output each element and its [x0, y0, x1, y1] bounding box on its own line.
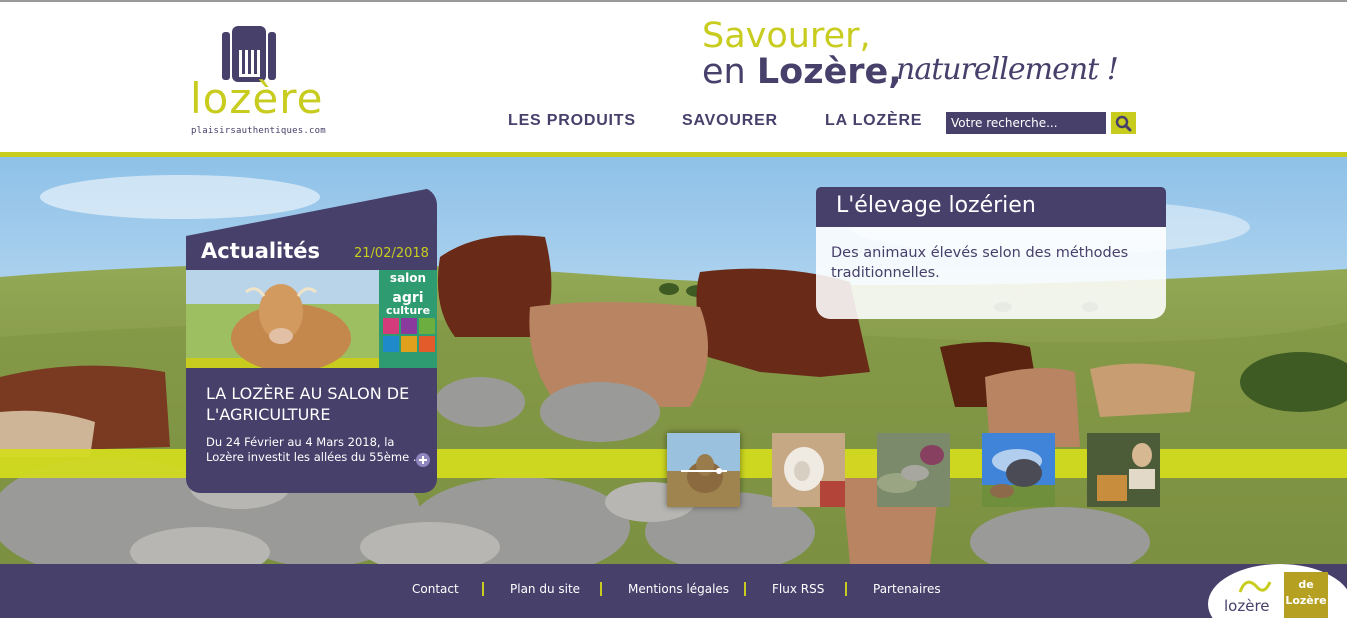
logo-wordmark: lozère	[190, 74, 324, 123]
slogan-prefix: en	[702, 52, 757, 92]
news-section-title: Actualités	[201, 239, 321, 263]
svg-text:lozère: lozère	[1224, 597, 1270, 615]
thumbnail-sheep[interactable]	[772, 433, 845, 507]
thumbnail-image-herbs	[877, 433, 950, 507]
feature-title-bar: L'élevage lozérien	[816, 187, 1166, 227]
news-headline[interactable]: LA LOZÈRE AU SALON DE L'AGRICULTURE	[206, 383, 426, 425]
search-icon	[1115, 115, 1132, 132]
site-footer: Contact Plan du site Mentions légales Fl…	[0, 564, 1347, 618]
site-logo[interactable]: lozère plaisirsauthentiques.com	[188, 24, 326, 142]
logo-tagline: plaisirsauthentiques.com	[191, 126, 326, 136]
feature-box: L'élevage lozérien Des animaux élevés se…	[816, 187, 1166, 319]
thumbnail-image-cows-sky	[982, 433, 1055, 507]
nav-item-les-produits[interactable]: LES PRODUITS	[508, 112, 636, 130]
thumbnail-cow-fork[interactable]	[667, 433, 740, 507]
thumbnail-image-cow-fork	[667, 433, 740, 507]
news-card[interactable]: Actualités 21/02/2018 salon agri culture…	[186, 187, 437, 493]
site-header: lozère plaisirsauthentiques.com Savourer…	[0, 2, 1347, 152]
svg-text:salon: salon	[390, 271, 426, 285]
thumbnail-herbs[interactable]	[877, 433, 950, 507]
thumbnail-image-beekeeper	[1087, 433, 1160, 507]
search-input[interactable]	[946, 112, 1106, 134]
slogan-line-2: en Lozère,	[702, 52, 902, 92]
news-date: 21/02/2018	[354, 246, 429, 261]
thumbnail-cows-sky[interactable]	[982, 433, 1055, 507]
feature-body: Des animaux élevés selon des méthodes tr…	[816, 227, 1166, 319]
thumbnail-beekeeper[interactable]	[1087, 433, 1160, 507]
footer-link-plan-du-site[interactable]: Plan du site	[510, 582, 580, 596]
footer-separator	[600, 582, 602, 596]
footer-link-partenaires[interactable]: Partenaires	[873, 582, 941, 596]
department-logo[interactable]: lozère de Lozère	[1208, 564, 1347, 618]
svg-text:de: de	[1298, 578, 1313, 591]
hero-banner: Actualités 21/02/2018 salon agri culture…	[0, 157, 1347, 564]
nav-item-savourer[interactable]: SAVOURER	[682, 112, 778, 130]
footer-separator	[845, 582, 847, 596]
svg-text:culture: culture	[386, 304, 430, 317]
footer-separator	[744, 582, 746, 596]
search-button[interactable]	[1111, 112, 1136, 134]
footer-link-mentions-legales[interactable]: Mentions légales	[628, 582, 729, 596]
footer-link-contact[interactable]: Contact	[412, 582, 459, 596]
slogan-line-1: Savourer,	[702, 16, 871, 56]
thumbnail-image-sheep	[772, 433, 845, 507]
feature-title: L'élevage lozérien	[836, 193, 1036, 218]
svg-text:Lozère: Lozère	[1285, 594, 1326, 607]
feature-text: Des animaux élevés selon des méthodes tr…	[831, 245, 1129, 281]
slogan-place: Lozère,	[756, 52, 902, 92]
news-image-salon-cow: salon agri culture	[186, 270, 437, 368]
slogan: Savourer, en Lozère, naturellement !	[702, 16, 1142, 102]
plus-circle-icon[interactable]	[416, 453, 430, 467]
footer-link-flux-rss[interactable]: Flux RSS	[772, 582, 824, 596]
news-excerpt: Du 24 Février au 4 Mars 2018, la Lozère …	[206, 435, 424, 464]
nav-item-la-lozere[interactable]: LA LOZÈRE	[825, 112, 922, 130]
slogan-script: naturellement !	[896, 52, 1119, 87]
footer-separator	[482, 582, 484, 596]
